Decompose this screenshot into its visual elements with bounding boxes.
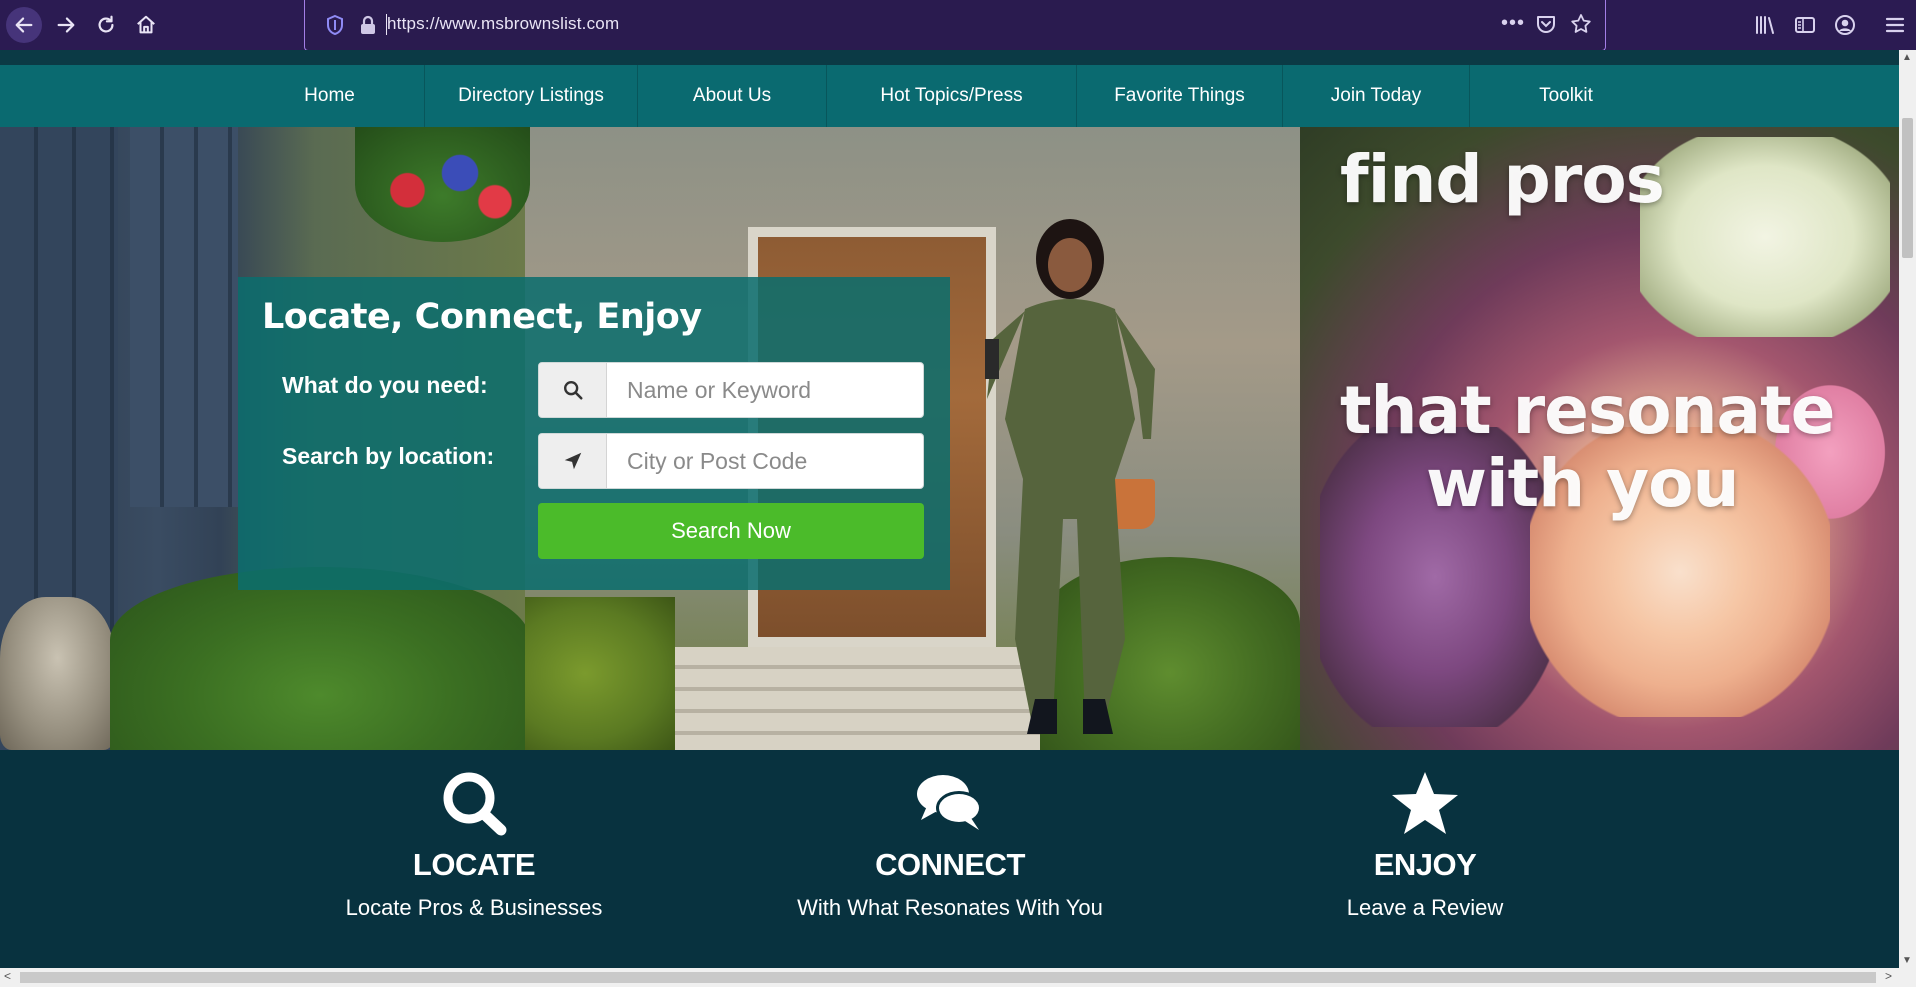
search-icon bbox=[539, 363, 607, 417]
sidebar-icon[interactable] bbox=[1793, 13, 1817, 37]
vertical-scroll-thumb[interactable] bbox=[1902, 118, 1913, 258]
hero-banner: find pros that resonate with you Locate,… bbox=[0, 127, 1899, 750]
feature-title: LOCATE bbox=[412, 847, 536, 882]
keyword-label: What do you need: bbox=[282, 372, 488, 398]
chat-bubbles-icon bbox=[917, 775, 982, 830]
feature-connect: CONNECT With What Resonates With You bbox=[740, 750, 1160, 968]
top-strip bbox=[0, 50, 1899, 65]
keyword-input[interactable] bbox=[607, 363, 923, 417]
horizontal-scrollbar[interactable]: < > bbox=[0, 968, 1916, 987]
keyword-field bbox=[538, 362, 924, 418]
hamburger-menu-icon[interactable] bbox=[1883, 13, 1907, 37]
location-input[interactable] bbox=[607, 434, 923, 488]
nav-home[interactable]: Home bbox=[232, 65, 427, 127]
lock-icon[interactable] bbox=[359, 14, 377, 36]
account-icon[interactable] bbox=[1833, 13, 1857, 37]
horizontal-scroll-thumb[interactable] bbox=[20, 972, 1876, 983]
web-page: Home Directory Listings About Us Hot Top… bbox=[0, 50, 1899, 968]
location-field bbox=[538, 433, 924, 489]
location-label: Search by location: bbox=[282, 443, 495, 469]
site-navigation: Home Directory Listings About Us Hot Top… bbox=[0, 65, 1899, 127]
scroll-right-arrow[interactable]: > bbox=[1885, 969, 1892, 983]
arrow-right-icon bbox=[57, 17, 75, 33]
nav-join-today[interactable]: Join Today bbox=[1283, 65, 1469, 127]
hedge bbox=[110, 567, 530, 750]
feature-subtitle: Leave a Review bbox=[1346, 895, 1504, 920]
magnifier-icon bbox=[443, 772, 507, 836]
url-text[interactable]: https://www.msbrownslist.com bbox=[385, 14, 619, 35]
scroll-up-arrow[interactable]: ▲ bbox=[1902, 52, 1912, 63]
feature-title: ENJOY bbox=[1373, 847, 1477, 882]
nav-favorite-things[interactable]: Favorite Things bbox=[1077, 65, 1282, 127]
reload-button[interactable] bbox=[88, 7, 124, 43]
home-button[interactable] bbox=[128, 7, 164, 43]
hedge bbox=[525, 597, 675, 750]
white-flowers bbox=[1640, 137, 1890, 337]
search-panel: Locate, Connect, Enjoy What do you need:… bbox=[238, 277, 950, 590]
page-actions-menu[interactable]: ••• bbox=[1501, 12, 1525, 34]
wood-siding bbox=[130, 127, 238, 507]
location-arrow-icon bbox=[539, 434, 607, 488]
star-icon bbox=[1392, 772, 1458, 834]
features-section: LOCATE Locate Pros & Businesses CONNECT … bbox=[0, 750, 1899, 968]
feature-title: CONNECT bbox=[875, 847, 1025, 882]
browser-toolbar: https://www.msbrownslist.com ••• bbox=[0, 0, 1916, 51]
nav-about-us[interactable]: About Us bbox=[638, 65, 826, 127]
library-icon[interactable] bbox=[1753, 13, 1777, 37]
scroll-left-arrow[interactable]: < bbox=[4, 969, 11, 983]
pocket-icon[interactable] bbox=[1535, 13, 1557, 35]
nav-toolkit[interactable]: Toolkit bbox=[1470, 65, 1662, 127]
arrow-left-icon bbox=[15, 17, 33, 33]
feature-locate: LOCATE Locate Pros & Businesses bbox=[264, 750, 684, 968]
feature-enjoy: ENJOY Leave a Review bbox=[1215, 750, 1635, 968]
forward-button[interactable] bbox=[48, 7, 84, 43]
nav-hot-topics[interactable]: Hot Topics/Press bbox=[827, 65, 1076, 127]
search-now-button[interactable]: Search Now bbox=[538, 503, 924, 559]
shield-icon[interactable] bbox=[325, 14, 345, 36]
hero-headline-line-2: that resonate bbox=[1340, 372, 1835, 449]
nav-directory-listings[interactable]: Directory Listings bbox=[425, 65, 637, 127]
scroll-down-arrow[interactable]: ▼ bbox=[1902, 955, 1912, 966]
address-bar[interactable]: https://www.msbrownslist.com ••• bbox=[304, 0, 1606, 51]
hero-headline-line-1: find pros bbox=[1340, 141, 1665, 218]
reload-icon bbox=[98, 15, 114, 33]
feature-subtitle: Locate Pros & Businesses bbox=[345, 895, 603, 920]
vertical-scrollbar[interactable]: ▲ ▼ bbox=[1899, 50, 1916, 968]
garden-statue bbox=[0, 597, 115, 750]
search-panel-title: Locate, Connect, Enjoy bbox=[262, 297, 702, 337]
hanging-flower-basket bbox=[355, 127, 530, 242]
hero-headline-line-3: with you bbox=[1426, 445, 1739, 522]
woman-in-jumpsuit bbox=[985, 219, 1155, 734]
bookmark-star-icon[interactable] bbox=[1569, 12, 1593, 36]
back-button[interactable] bbox=[6, 7, 42, 43]
home-icon bbox=[137, 15, 155, 34]
feature-subtitle: With What Resonates With You bbox=[797, 895, 1103, 920]
